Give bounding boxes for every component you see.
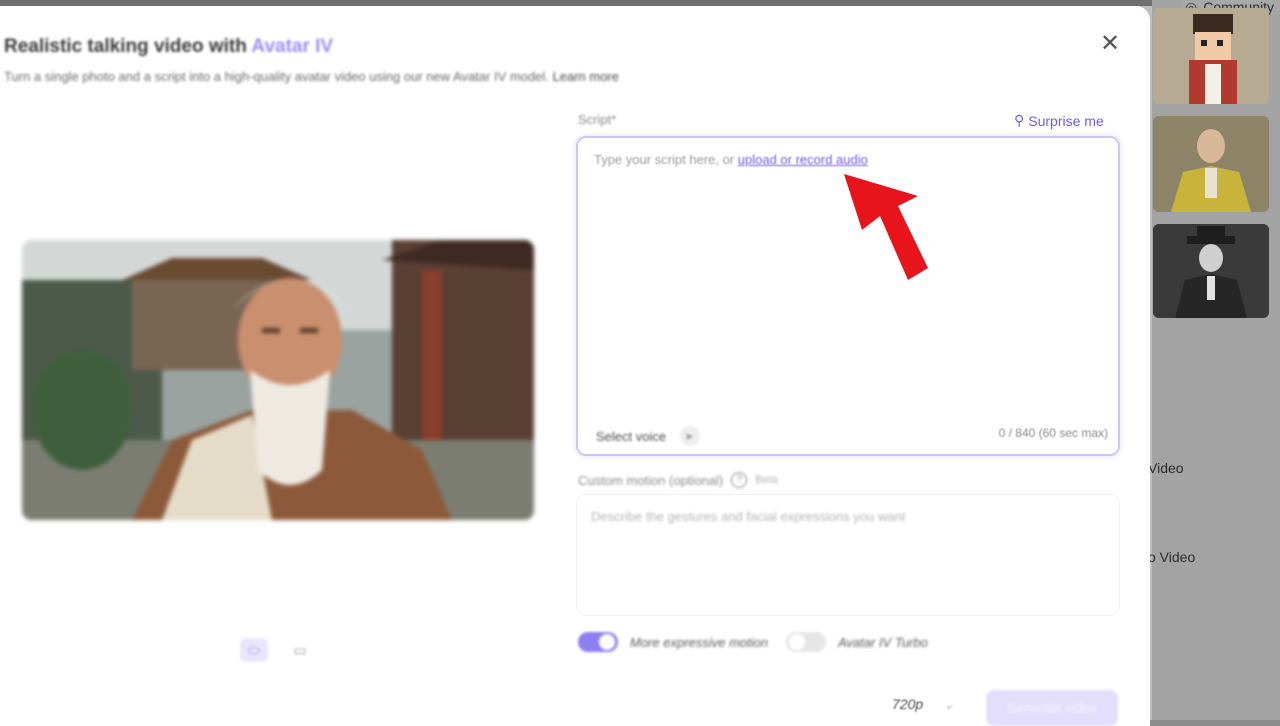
modal-title: Realistic talking video with Avatar IV <box>4 36 333 58</box>
close-icon[interactable]: ✕ <box>1098 32 1122 56</box>
magic-wand-icon: ⚲ <box>1014 112 1025 128</box>
custom-motion-label-text: Custom motion (optional) <box>578 472 724 488</box>
toggle-row: More expressive motion Avatar IV Turbo <box>578 632 928 652</box>
subtitle-text: Turn a single photo and a script into a … <box>4 69 549 84</box>
annotation-arrow <box>844 174 928 280</box>
custom-motion-placeholder: Describe the gestures and facial express… <box>591 509 906 524</box>
chevron-down-icon: ⌄ <box>943 696 955 712</box>
avatar-turbo-toggle[interactable] <box>786 632 826 652</box>
view-toggle: ⬭ ▭ <box>240 638 314 662</box>
background-right-panel <box>1152 0 1280 720</box>
expressive-motion-label: More expressive motion <box>630 634 768 650</box>
avatar-thumbnail[interactable] <box>1153 8 1269 104</box>
man-yellow-suit-image <box>1153 116 1269 212</box>
pixel-character-image <box>1153 8 1269 104</box>
select-voice-label: Select voice <box>596 428 667 444</box>
avatar-thumbnail[interactable] <box>1153 116 1269 212</box>
upload-audio-link[interactable]: upload or record audio <box>738 152 868 167</box>
avatar-thumbnail[interactable] <box>1153 224 1269 318</box>
resolution-select[interactable]: 720p ⌄ <box>892 696 955 713</box>
resolution-value: 720p <box>892 696 924 712</box>
expressive-motion-toggle[interactable] <box>578 632 618 652</box>
video-view-icon[interactable]: ▭ <box>286 638 314 662</box>
learn-more-link[interactable]: Learn more <box>553 69 619 84</box>
avatar-preview-image <box>22 240 534 520</box>
beta-badge: Beta <box>755 474 778 486</box>
avatar-turbo-label: Avatar IV Turbo <box>838 634 928 650</box>
surprise-me-label: Surprise me <box>1028 112 1104 129</box>
script-placeholder-text: Type your script here, or <box>594 152 738 167</box>
custom-motion-label: Custom motion (optional) ? Beta <box>578 472 778 488</box>
select-voice-button[interactable]: Select voice ▶ <box>596 426 701 446</box>
surprise-me-button[interactable]: ⚲ Surprise me <box>1014 112 1104 129</box>
script-label: Script* <box>578 112 617 127</box>
avatar-iv-modal: Realistic talking video with Avatar IV T… <box>0 6 1150 726</box>
title-prefix: Realistic talking video with <box>4 36 252 57</box>
sidebar-item[interactable]: Video <box>1148 460 1184 476</box>
generate-video-button[interactable]: Generate video <box>986 690 1118 726</box>
custom-motion-input[interactable]: Describe the gestures and facial express… <box>576 494 1120 616</box>
title-accent: Avatar IV <box>251 36 334 57</box>
help-icon[interactable]: ? <box>731 472 748 488</box>
script-placeholder: Type your script here, or upload or reco… <box>594 152 868 167</box>
play-icon[interactable]: ▶ <box>680 426 701 446</box>
modal-subtitle: Turn a single photo and a script into a … <box>4 69 619 84</box>
character-count: 0 / 840 (60 sec max) <box>998 426 1108 440</box>
image-view-icon[interactable]: ⬭ <box>240 638 268 662</box>
sidebar-item[interactable]: o Video <box>1148 549 1195 565</box>
cowboy-bw-image <box>1153 224 1269 318</box>
